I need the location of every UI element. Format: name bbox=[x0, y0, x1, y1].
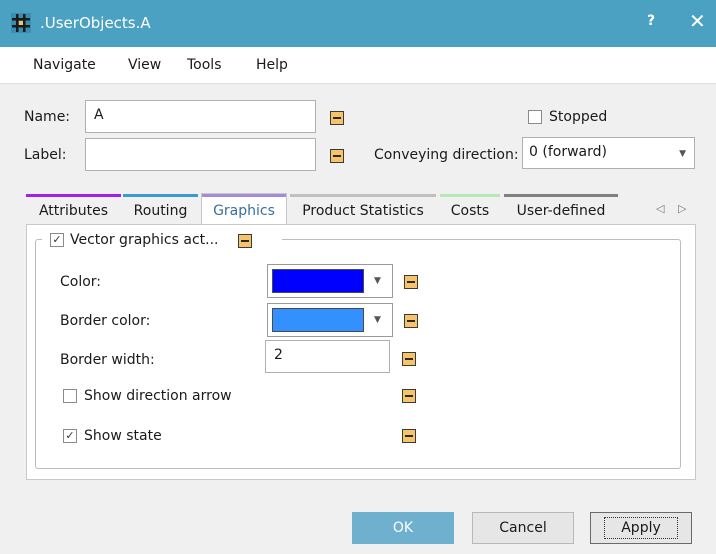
window-title: .UserObjects.A bbox=[40, 14, 151, 32]
border-width-method-icon[interactable] bbox=[402, 352, 416, 366]
dialog-footer: OK Cancel Apply bbox=[0, 484, 716, 554]
dialog-content: Name: A Label: Stopped Conveying directi… bbox=[0, 84, 716, 484]
tab-routing[interactable]: Routing bbox=[123, 194, 198, 224]
tab-label: Graphics bbox=[213, 203, 275, 219]
color-label: Color: bbox=[60, 274, 102, 290]
chevron-down-icon: ▼ bbox=[374, 315, 381, 325]
tab-label: Product Statistics bbox=[302, 203, 424, 219]
tab-graphics[interactable]: Graphics bbox=[201, 193, 287, 225]
show-state-label: Show state bbox=[84, 428, 162, 444]
tab-color-bar bbox=[123, 194, 198, 197]
cancel-button[interactable]: Cancel bbox=[472, 512, 574, 544]
label-label: Label: bbox=[24, 147, 67, 163]
chevron-down-icon: ▼ bbox=[374, 276, 381, 286]
tab-product-statistics[interactable]: Product Statistics bbox=[290, 194, 436, 224]
tab-label: Routing bbox=[133, 203, 188, 219]
tab-scroll-right-icon[interactable]: ▷ bbox=[678, 202, 686, 215]
tab-color-bar bbox=[26, 194, 121, 197]
show-state-method-icon[interactable] bbox=[402, 429, 416, 443]
label-field[interactable] bbox=[85, 138, 316, 171]
tab-color-bar bbox=[440, 194, 500, 197]
border-color-swatch bbox=[272, 308, 364, 332]
vector-graphics-method-icon[interactable] bbox=[238, 234, 252, 248]
border-width-field[interactable]: 2 bbox=[265, 340, 390, 373]
tab-scroll-left-icon[interactable]: ◁ bbox=[656, 202, 664, 215]
tab-user-defined[interactable]: User-defined bbox=[504, 194, 618, 224]
show-direction-arrow-method-icon[interactable] bbox=[402, 389, 416, 403]
border-color-label: Border color: bbox=[60, 313, 151, 329]
color-swatch bbox=[272, 269, 364, 293]
conveying-direction-value: 0 (forward) bbox=[529, 144, 607, 160]
help-button[interactable]: ? bbox=[647, 13, 655, 29]
show-state-checkbox[interactable]: ✓ bbox=[63, 429, 77, 443]
apply-button-label: Apply bbox=[604, 517, 678, 539]
tab-color-bar bbox=[202, 194, 286, 197]
app-grid-icon bbox=[11, 13, 31, 33]
border-color-select[interactable]: ▼ bbox=[267, 303, 393, 337]
chevron-down-icon: ▼ bbox=[679, 149, 686, 159]
color-select[interactable]: ▼ bbox=[267, 264, 393, 298]
border-color-method-icon[interactable] bbox=[404, 314, 418, 328]
graphics-panel: ✓ Vector graphics act... Color: ▼ Border… bbox=[26, 224, 696, 480]
tab-color-bar bbox=[290, 194, 436, 197]
apply-button[interactable]: Apply bbox=[590, 512, 692, 544]
group-header: ✓ Vector graphics act... bbox=[42, 230, 282, 250]
name-label: Name: bbox=[24, 109, 71, 125]
menu-tools[interactable]: Tools bbox=[187, 57, 222, 73]
show-direction-arrow-label: Show direction arrow bbox=[84, 388, 232, 404]
name-method-icon[interactable] bbox=[330, 111, 344, 125]
conveying-direction-select[interactable]: 0 (forward) ▼ bbox=[522, 137, 695, 169]
tab-label: Costs bbox=[450, 203, 490, 219]
vector-graphics-label: Vector graphics act... bbox=[70, 232, 219, 248]
stopped-label: Stopped bbox=[549, 109, 608, 125]
tab-color-bar bbox=[504, 194, 618, 197]
name-field[interactable]: A bbox=[85, 100, 316, 133]
menu-navigate[interactable]: Navigate bbox=[33, 57, 96, 73]
ok-button[interactable]: OK bbox=[352, 512, 454, 544]
tab-label: User-defined bbox=[516, 203, 606, 219]
tab-attributes[interactable]: Attributes bbox=[26, 194, 121, 224]
menu-view[interactable]: View bbox=[128, 57, 161, 73]
label-method-icon[interactable] bbox=[330, 149, 344, 163]
color-method-icon[interactable] bbox=[404, 275, 418, 289]
tab-label: Attributes bbox=[38, 203, 109, 219]
tab-costs[interactable]: Costs bbox=[440, 194, 500, 224]
conveying-direction-label: Conveying direction: bbox=[374, 147, 519, 163]
vector-graphics-group: ✓ Vector graphics act... Color: ▼ Border… bbox=[35, 230, 681, 469]
vector-graphics-checkbox[interactable]: ✓ bbox=[50, 233, 64, 247]
stopped-checkbox[interactable] bbox=[528, 110, 542, 124]
border-width-label: Border width: bbox=[60, 352, 155, 368]
close-button[interactable]: ✕ bbox=[689, 9, 706, 33]
show-direction-arrow-checkbox[interactable] bbox=[63, 389, 77, 403]
title-bar: .UserObjects.A ? ✕ bbox=[0, 0, 716, 47]
menu-help[interactable]: Help bbox=[256, 57, 288, 73]
menu-bar: Navigate View Tools Help bbox=[0, 47, 716, 84]
